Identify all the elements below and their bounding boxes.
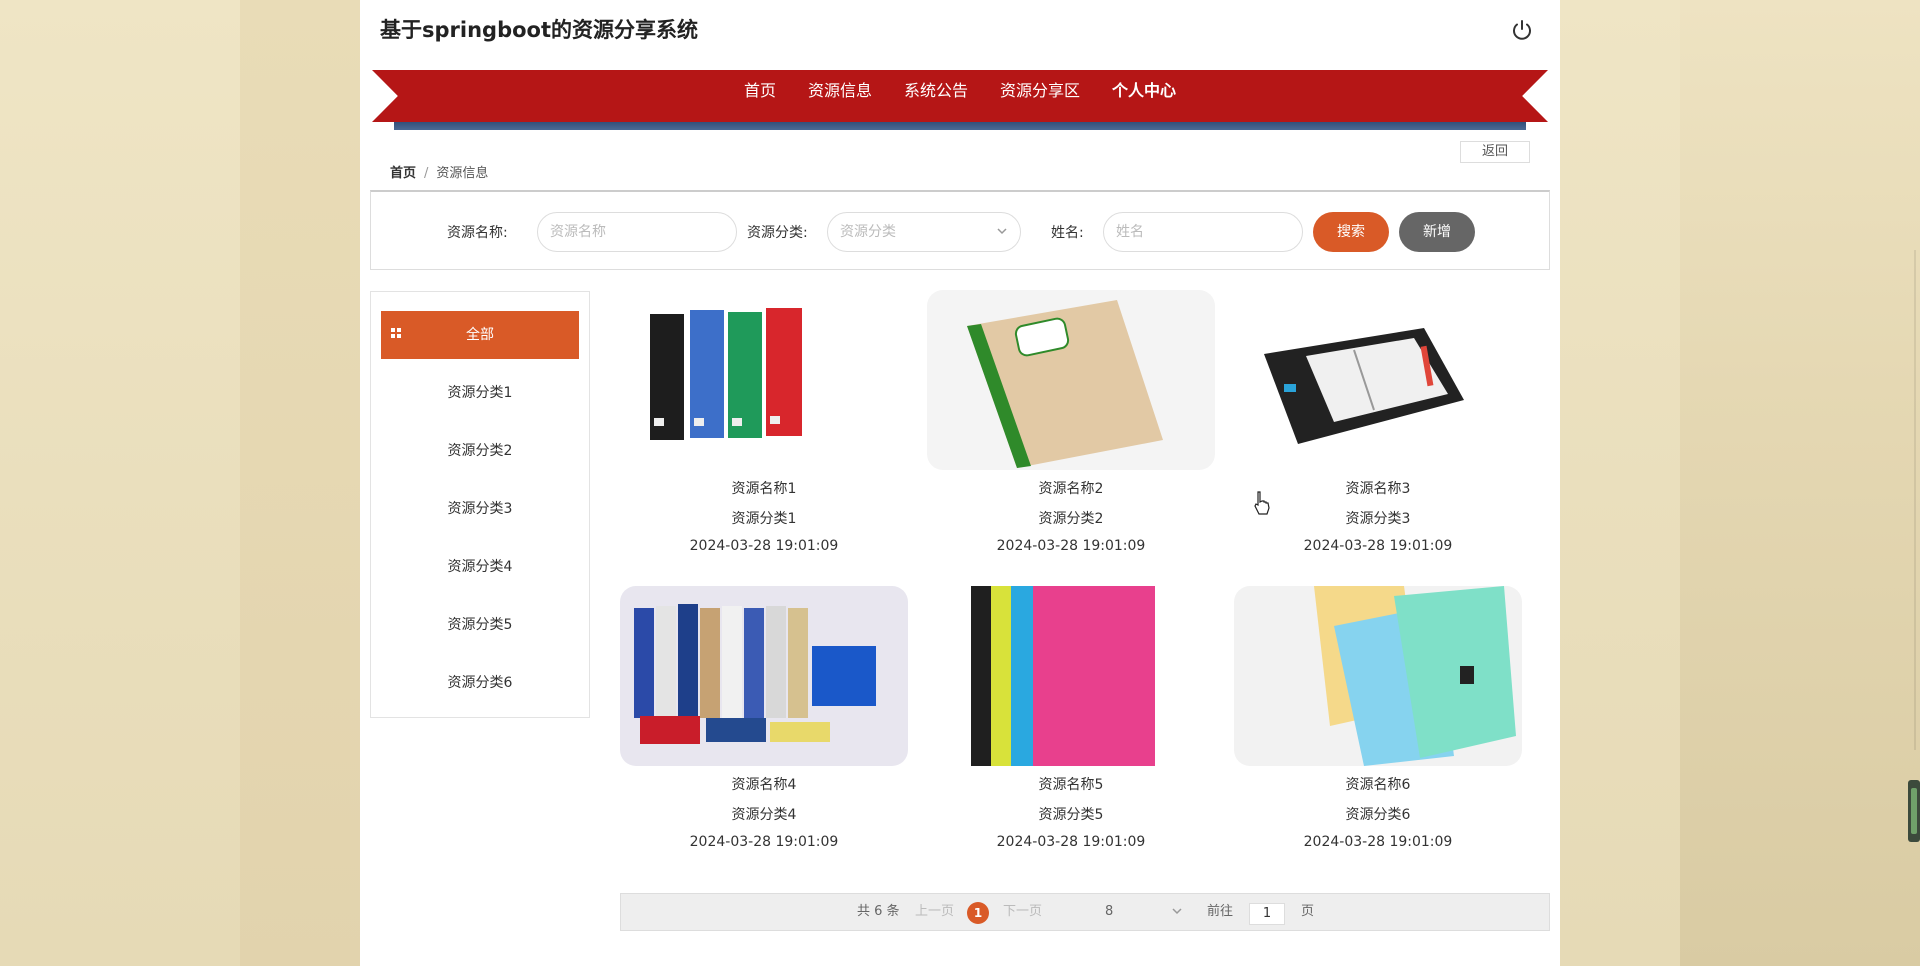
resource-category-select[interactable]: 资源分类 <box>827 212 1021 252</box>
nav-item-home[interactable]: 首页 <box>728 70 792 112</box>
nav-item-resources[interactable]: 资源信息 <box>792 70 888 112</box>
resource-name: 资源名称6 <box>1345 777 1411 793</box>
resource-name: 资源名称2 <box>1038 481 1104 497</box>
nav-item-announcements[interactable]: 系统公告 <box>888 70 984 112</box>
resource-name: 资源名称4 <box>731 777 797 793</box>
username-label: 姓名: <box>1051 225 1084 241</box>
resource-category: 资源分类6 <box>1345 807 1411 823</box>
chevron-down-icon <box>1171 894 1183 945</box>
scrollbar-handle[interactable] <box>1908 780 1920 842</box>
nav-items: 首页 资源信息 系统公告 资源分享区 个人中心 <box>372 66 1548 118</box>
resource-category-placeholder: 资源分类 <box>840 224 896 240</box>
nav-item-label: 资源信息 <box>807 81 872 100</box>
hand-cursor-icon <box>1254 491 1270 515</box>
main-nav: 首页 资源信息 系统公告 资源分享区 个人中心 <box>372 66 1548 130</box>
search-bar: 资源名称: 资源分类: 资源分类 姓名: 搜索 新增 <box>370 190 1550 270</box>
resource-card[interactable]: 资源名称1 资源分类1 2024-03-28 19:01:09 <box>620 290 908 570</box>
resource-category: 资源分类3 <box>1345 511 1411 527</box>
pagination-total: 共 6 条 <box>857 904 900 919</box>
resource-category: 资源分类1 <box>731 511 797 527</box>
nav-underline <box>394 122 1526 130</box>
sidebar-item-all[interactable]: 全部 <box>381 311 579 359</box>
resource-name-label: 资源名称: <box>447 225 508 241</box>
nav-item-label: 系统公告 <box>903 81 968 100</box>
nav-item-label: 首页 <box>743 81 776 100</box>
breadcrumb-current: 资源信息 <box>436 166 489 181</box>
resource-image[interactable] <box>620 586 908 766</box>
resource-image[interactable] <box>1234 290 1522 470</box>
nav-item-label: 资源分享区 <box>1000 81 1081 100</box>
search-button[interactable]: 搜索 <box>1313 212 1389 252</box>
breadcrumb-home[interactable]: 首页 <box>390 166 416 181</box>
resource-time: 2024-03-28 19:01:09 <box>689 538 839 554</box>
resource-time: 2024-03-28 19:01:09 <box>996 834 1146 850</box>
site-title: 基于springboot的资源分享系统 <box>380 18 698 42</box>
sidebar-item-category-1[interactable]: 资源分类1 <box>381 369 579 417</box>
goto-page-input[interactable]: 1 <box>1249 903 1285 925</box>
resource-image[interactable] <box>927 586 1215 766</box>
background-right <box>1680 0 1920 966</box>
sidebar-item-category-6[interactable]: 资源分类6 <box>381 659 579 707</box>
pagination-next[interactable]: 下一页 <box>1003 894 1042 930</box>
resource-image[interactable] <box>620 290 908 470</box>
grid-icon <box>391 328 401 338</box>
resource-name: 资源名称3 <box>1345 481 1411 497</box>
resource-category: 资源分类2 <box>1038 511 1104 527</box>
resource-card[interactable]: 资源名称5 资源分类5 2024-03-28 19:01:09 <box>927 586 1215 866</box>
add-button[interactable]: 新增 <box>1399 212 1475 252</box>
resource-category-label: 资源分类: <box>747 225 808 241</box>
breadcrumb-separator: / <box>424 166 429 181</box>
sidebar-item-label: 全部 <box>466 327 494 343</box>
resource-category: 资源分类5 <box>1038 807 1104 823</box>
nav-item-share-area[interactable]: 资源分享区 <box>984 70 1096 112</box>
pagination: 共 6 条 上一页 1 下一页 8 前往 1 页 <box>620 893 1550 931</box>
page-size-value: 8 <box>1105 904 1114 919</box>
power-icon[interactable] <box>1510 18 1534 42</box>
resource-time: 2024-03-28 19:01:09 <box>689 834 839 850</box>
resource-card[interactable]: 资源名称4 资源分类4 2024-03-28 19:01:09 <box>620 586 908 866</box>
nav-item-personal-center[interactable]: 个人中心 <box>1096 66 1192 118</box>
page-container: 基于springboot的资源分享系统 首页 资源信息 系统公告 资源分享区 个… <box>360 0 1560 966</box>
sidebar-item-category-5[interactable]: 资源分类5 <box>381 601 579 649</box>
scrollbar-track[interactable] <box>1914 250 1916 750</box>
category-sidebar: 全部 资源分类1 资源分类2 资源分类3 资源分类4 资源分类5 资源分类6 <box>370 291 590 718</box>
resource-name: 资源名称5 <box>1038 777 1104 793</box>
resource-image[interactable] <box>927 290 1215 470</box>
back-button[interactable]: 返回 <box>1460 141 1530 163</box>
resource-name: 资源名称1 <box>731 481 797 497</box>
chevron-down-icon <box>996 213 1008 266</box>
resource-card[interactable]: 资源名称2 资源分类2 2024-03-28 19:01:09 <box>927 290 1215 570</box>
resource-name-input[interactable] <box>537 212 737 252</box>
page-suffix: 页 <box>1301 904 1315 919</box>
username-input[interactable] <box>1103 212 1303 252</box>
resource-time: 2024-03-28 19:01:09 <box>1303 834 1453 850</box>
resource-category: 资源分类4 <box>731 807 797 823</box>
pagination-current-page[interactable]: 1 <box>967 902 989 924</box>
resource-card[interactable]: 资源名称3 资源分类3 2024-03-28 19:01:09 <box>1234 290 1522 570</box>
breadcrumb: 首页 / 资源信息 <box>390 162 488 181</box>
sidebar-item-category-3[interactable]: 资源分类3 <box>381 485 579 533</box>
resource-time: 2024-03-28 19:01:09 <box>996 538 1146 554</box>
header: 基于springboot的资源分享系统 <box>360 0 1560 70</box>
goto-label: 前往 <box>1207 904 1234 919</box>
nav-item-label: 个人中心 <box>1112 81 1177 100</box>
background-strip <box>240 0 360 966</box>
resource-image[interactable] <box>1234 586 1522 766</box>
pagination-prev[interactable]: 上一页 <box>915 894 954 930</box>
resource-card[interactable]: 资源名称6 资源分类6 2024-03-28 19:01:09 <box>1234 586 1522 866</box>
sidebar-item-category-2[interactable]: 资源分类2 <box>381 427 579 475</box>
sidebar-item-category-4[interactable]: 资源分类4 <box>381 543 579 591</box>
resource-time: 2024-03-28 19:01:09 <box>1303 538 1453 554</box>
